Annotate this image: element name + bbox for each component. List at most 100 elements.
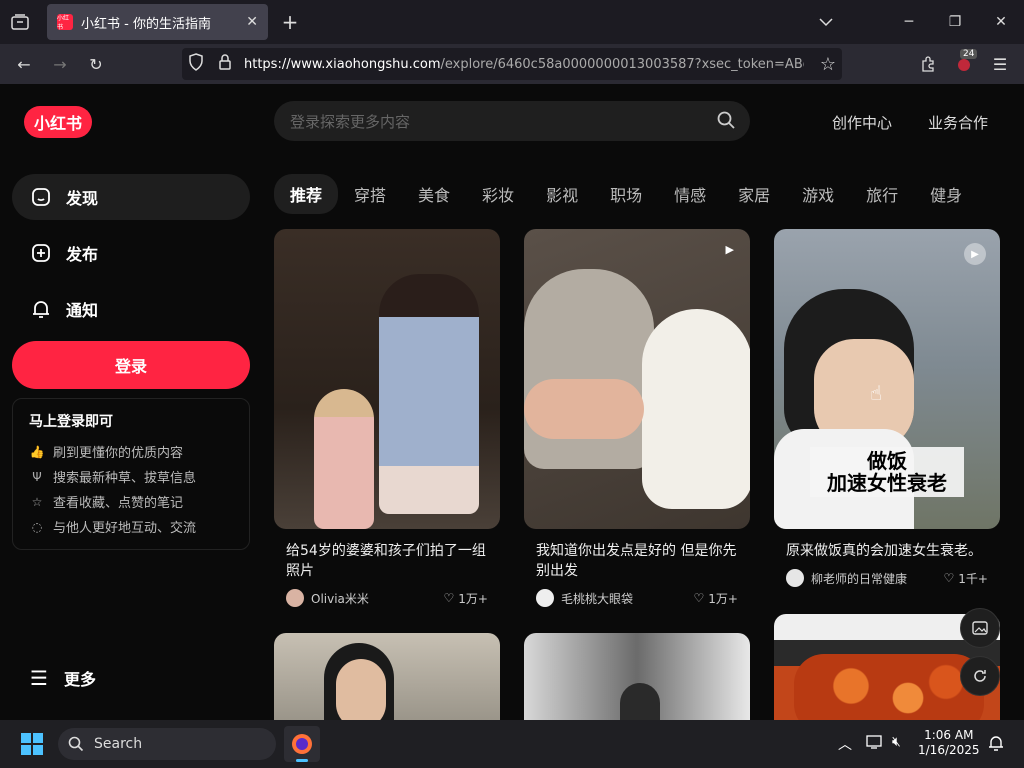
- new-tab-plus-icon[interactable]: +: [278, 8, 302, 36]
- back-icon[interactable]: ←: [8, 48, 40, 80]
- card-title[interactable]: 给54岁的婆婆和孩子们拍了一组照片: [274, 541, 500, 581]
- search-placeholder: 登录探索更多内容: [290, 112, 411, 131]
- tab-career[interactable]: 职场: [610, 182, 642, 206]
- login-card-heading: 马上登录即可: [29, 414, 113, 430]
- image-mode-button[interactable]: [960, 608, 1000, 648]
- feed-card[interactable]: 给54岁的婆婆和孩子们拍了一组照片 Olivia米米 ♡ 1万+: [274, 229, 500, 607]
- close-tab-icon[interactable]: ✕: [246, 14, 258, 30]
- notification-bell-icon[interactable]: [988, 734, 1004, 756]
- url-text[interactable]: https://www.xiaohongshu.com/explore/6460…: [244, 57, 804, 72]
- heart-icon[interactable]: ♡: [694, 591, 705, 605]
- forward-icon[interactable]: →: [44, 48, 76, 80]
- tabs-icon[interactable]: [0, 0, 40, 44]
- card-meta: Olivia米米 ♡ 1万+: [274, 589, 500, 607]
- avatar[interactable]: [286, 589, 304, 607]
- tab-game[interactable]: 游戏: [802, 182, 834, 206]
- login-benefit: ☆ 查看收藏、点赞的笔记: [29, 489, 233, 514]
- card-image[interactable]: [274, 229, 500, 529]
- taskbar: Search ︿ 🔇︎ 1:06 AM 1/16/2025: [0, 720, 1024, 768]
- sprout-icon: Ψ: [32, 469, 42, 484]
- card-title[interactable]: 原来做饭真的会加速女生衰老。: [774, 541, 1000, 561]
- creator-center-link[interactable]: 创作中心: [832, 112, 892, 133]
- author-name[interactable]: 柳老师的日常健康: [811, 570, 944, 587]
- thumb-icon: 👍: [29, 444, 45, 459]
- heart-icon[interactable]: ♡: [944, 571, 955, 585]
- tab-food[interactable]: 美食: [418, 182, 450, 206]
- site-logo[interactable]: 小红书: [24, 106, 92, 138]
- feed-card[interactable]: 做饭 加速女性衰老 ▶ ☝ 原来做饭真的会加速女生衰老。 柳老师的日常健康 ♡ …: [774, 229, 1000, 587]
- hamburger-icon: ☰: [30, 666, 48, 690]
- tab-travel[interactable]: 旅行: [866, 182, 898, 206]
- sidebar-item-discover[interactable]: 发现: [12, 174, 250, 220]
- login-button[interactable]: 登录: [12, 341, 250, 389]
- tab-outfit[interactable]: 穿搭: [354, 182, 386, 206]
- window-close-icon[interactable]: ✕: [978, 0, 1024, 44]
- feed-card[interactable]: ▶ 我知道你出发点是好的 但是你先别出发 毛桃桃大眼袋 ♡ 1万+: [524, 229, 750, 607]
- tab-title: 小红书 - 你的生活指南: [81, 16, 211, 32]
- heart-icon[interactable]: ♡: [444, 591, 455, 605]
- cursor-icon: ☝: [870, 381, 883, 405]
- feed-card[interactable]: [524, 633, 750, 720]
- like-count: 1万+: [458, 591, 488, 606]
- taskbar-search[interactable]: Search: [58, 728, 276, 760]
- sidebar-item-notify[interactable]: 通知: [12, 286, 250, 332]
- login-benefit: ◌ 与他人更好地互动、交流: [29, 514, 233, 539]
- favicon: 小红书: [57, 14, 73, 31]
- taskbar-search-label: Search: [94, 736, 143, 752]
- card-image[interactable]: [274, 633, 500, 720]
- sidebar-item-label: 发布: [66, 245, 99, 264]
- author-name[interactable]: Olivia米米: [311, 590, 444, 607]
- maximize-icon[interactable]: ❐: [932, 0, 978, 44]
- windows-start-icon[interactable]: [20, 732, 44, 756]
- avatar[interactable]: [536, 589, 554, 607]
- browser-tab[interactable]: 小红书 小红书 - 你的生活指南 ✕: [47, 4, 268, 40]
- taskbar-clock[interactable]: 1:06 AM 1/16/2025: [918, 728, 980, 758]
- search-icon[interactable]: [716, 110, 736, 134]
- clock-date: 1/16/2025: [918, 743, 980, 757]
- tab-fitness[interactable]: 健身: [930, 182, 962, 206]
- tab-recommend[interactable]: 推荐: [274, 174, 339, 214]
- sidebar-more[interactable]: ☰ 更多: [30, 666, 96, 690]
- sidebar-item-label: 发现: [66, 189, 99, 208]
- tab-makeup[interactable]: 彩妆: [482, 182, 514, 206]
- more-label: 更多: [63, 670, 96, 689]
- tab-film[interactable]: 影视: [546, 182, 578, 206]
- card-image[interactable]: ▶: [524, 229, 750, 529]
- volume-muted-icon[interactable]: 🔇︎: [892, 734, 901, 750]
- tab-emotion[interactable]: 情感: [674, 182, 706, 206]
- addon-badge: 24: [960, 49, 978, 59]
- tray-chevron-up-icon[interactable]: ︿: [838, 734, 852, 754]
- card-image[interactable]: 做饭 加速女性衰老 ▶ ☝: [774, 229, 1000, 529]
- plus-square-icon: [30, 242, 52, 264]
- browser-titlebar: 小红书 小红书 - 你的生活指南 ✕ + ─ ❐ ✕: [0, 0, 1024, 44]
- lock-icon[interactable]: [218, 54, 232, 74]
- avatar[interactable]: [786, 569, 804, 587]
- card-title[interactable]: 我知道你出发点是好的 但是你先别出发: [524, 541, 750, 581]
- menu-icon[interactable]: ☰: [984, 48, 1016, 80]
- login-benefit: 👍 刷到更懂你的优质内容: [29, 444, 184, 462]
- search-input[interactable]: 登录探索更多内容: [274, 101, 750, 141]
- card-meta: 毛桃桃大眼袋 ♡ 1万+: [524, 589, 750, 607]
- extensions-icon[interactable]: [912, 48, 944, 80]
- page: 小红书 登录探索更多内容 创作中心 业务合作 发现 发布 通知 登录 马上登录即…: [0, 84, 1024, 720]
- feed-card[interactable]: [274, 633, 500, 720]
- refresh-feed-button[interactable]: [960, 656, 1000, 696]
- chat-icon: ◌: [31, 519, 43, 534]
- author-name[interactable]: 毛桃桃大眼袋: [561, 590, 694, 607]
- url-bar[interactable]: https://www.xiaohongshu.com/explore/6460…: [182, 48, 842, 80]
- sidebar-item-publish[interactable]: 发布: [12, 230, 250, 276]
- minimize-icon[interactable]: ─: [886, 0, 932, 44]
- reload-icon[interactable]: ↻: [80, 48, 112, 80]
- chevron-down-icon[interactable]: [803, 0, 849, 44]
- card-image[interactable]: [524, 633, 750, 720]
- browser-navbar: ← → ↻ https://www.xiaohongshu.com/explor…: [0, 44, 1024, 84]
- network-icon[interactable]: [866, 734, 884, 754]
- card-overlay-text: 做饭 加速女性衰老: [810, 447, 964, 497]
- tab-home[interactable]: 家居: [738, 182, 770, 206]
- home-icon: [30, 186, 52, 208]
- bookmark-star-icon[interactable]: ☆: [820, 54, 836, 75]
- shield-icon[interactable]: [188, 53, 204, 75]
- login-benefit: Ψ 搜索最新种草、拔草信息: [29, 464, 233, 489]
- firefox-taskbar-icon[interactable]: [284, 726, 320, 762]
- business-link[interactable]: 业务合作: [928, 112, 988, 133]
